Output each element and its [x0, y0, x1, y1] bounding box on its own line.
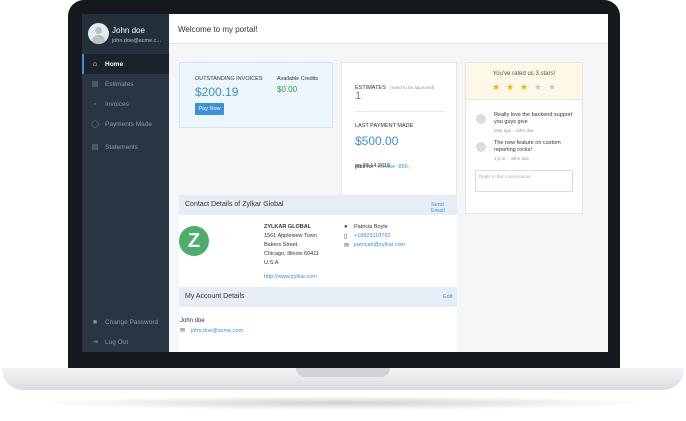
address-country: U.S.A: [264, 260, 279, 266]
comment-text: Really love the backend support you guys…: [494, 112, 573, 125]
laptop-shadow: [30, 396, 656, 410]
sidebar-item-label: Statements: [105, 143, 138, 151]
contact-phone[interactable]: +18829118792: [354, 233, 390, 239]
main-content: Welcome to my portal! OUTSTANDING INVOIC…: [169, 14, 608, 352]
mail-icon: ✉: [180, 328, 186, 334]
comment-text: The new feature on custom reporting rock…: [494, 140, 561, 153]
portal-screen: John doe john.doe@acme.c... ⌂ Home ▤ Est…: [82, 14, 608, 352]
top-bar: Welcome to my portal!: [169, 14, 608, 44]
sidebar-item-label: Log Out: [105, 338, 129, 346]
avatar: [88, 23, 109, 44]
outstanding-value: $200.19: [195, 85, 239, 99]
rating-text: You've rated us 3 stars!: [492, 71, 556, 77]
profile-name: John doe: [112, 26, 145, 35]
company-website-link[interactable]: http://www.zylkar.com: [264, 274, 317, 280]
star-icon-3[interactable]: ★: [520, 82, 528, 93]
estimates-note: (need to be approved): [390, 85, 435, 90]
contact-email[interactable]: patricab@zylkar.com: [354, 242, 405, 248]
laptop-notch: [296, 368, 390, 377]
home-icon: ⌂: [92, 60, 98, 68]
contact-body: Z ZYLKAR GLOBAL 1561 Appleview Town Bake…: [179, 215, 457, 287]
sidebar-item-change-password[interactable]: ■ Change Password: [82, 312, 169, 332]
logout-icon: ⇥: [92, 339, 98, 346]
estimates-icon: ▤: [91, 81, 99, 88]
outstanding-card: OUTSTANDING INVOICES $200.19 Available C…: [179, 62, 333, 128]
sidebar-item-home[interactable]: ⌂ Home: [82, 54, 169, 74]
sidebar-item-label: Invoices: [105, 100, 129, 108]
comment-meta: 3 p.m. - John doe: [494, 156, 530, 161]
star-icon-5[interactable]: ★: [548, 82, 556, 93]
sidebar-item-log-out[interactable]: ⇥ Log Out: [82, 332, 169, 352]
pay-now-button[interactable]: Pay Now: [195, 103, 224, 115]
sidebar-item-label: Change Password: [105, 318, 159, 326]
page-title: Welcome to my portal!: [178, 25, 258, 34]
rating-banner: You've rated us 3 stars! ★ ★ ★ ★ ★: [466, 63, 582, 100]
address-line-3: Chicago, Illinois 60411: [264, 251, 319, 257]
contact-person: Patricia Boyle: [354, 224, 388, 230]
star-icon-4[interactable]: ★: [534, 82, 542, 93]
phone-icon: ▯: [344, 234, 348, 240]
sidebar-item-label: Estimates: [105, 80, 134, 88]
statements-icon: ▤: [91, 144, 99, 151]
last-payment-value: $500.00: [355, 134, 399, 148]
contact-section-header: Contact Details of Zylkar Global Send Em…: [179, 195, 457, 215]
outstanding-label: OUTSTANDING INVOICES: [195, 76, 263, 82]
rating-card: You've rated us 3 stars! ★ ★ ★ ★ ★ Reall…: [465, 62, 583, 214]
payments-icon: ◯: [91, 121, 99, 128]
account-email[interactable]: john.doe@acme.com: [191, 328, 243, 334]
last-payment-label: LAST PAYMENT MADE: [355, 123, 414, 129]
reply-input[interactable]: Reply to this conversation: [475, 170, 573, 192]
estimates-count[interactable]: 1: [355, 90, 361, 102]
invoices-icon: ▫: [93, 100, 97, 108]
account-title: My Account Details: [185, 293, 245, 300]
divider: [355, 111, 445, 112]
avatar: [476, 114, 486, 124]
sidebar-item-label: Payments Made: [105, 120, 152, 128]
zylkar-logo: Z: [179, 226, 209, 256]
account-body: John doe ✉ john.doe@acme.com: [179, 307, 457, 352]
sidebar-item-payments-made[interactable]: ◯ Payments Made: [82, 114, 169, 134]
credits-value: $0.00: [277, 85, 298, 94]
person-icon: ●: [344, 224, 348, 230]
stage: John doe john.doe@acme.c... ⌂ Home ▤ Est…: [0, 0, 686, 421]
contact-title: Contact Details of Zylkar Global: [185, 201, 284, 208]
comment-meta: May ago - John doe: [494, 128, 534, 133]
edit-account-link[interactable]: Edit: [443, 294, 452, 300]
address-line-2: Bakers Street: [264, 242, 298, 248]
reply-placeholder: Reply to this conversation: [479, 174, 531, 179]
account-section-header: My Account Details Edit: [179, 287, 457, 307]
profile-email: john.doe@acme.c...: [112, 38, 161, 44]
sidebar-item-invoices[interactable]: ▫ Invoices: [82, 94, 169, 114]
paid-on-date: on 09.14.2015.: [355, 163, 392, 169]
address-line-1: 1561 Appleview Town: [264, 233, 317, 239]
estimates-header: ESTIMATES (need to be approved): [355, 76, 435, 94]
credits-label: Available Credits: [277, 76, 319, 82]
mail-icon: ✉: [344, 243, 350, 249]
avatar: [476, 142, 486, 152]
lock-icon: ■: [92, 318, 98, 326]
sidebar-item-label: Home: [105, 60, 124, 68]
send-email-link[interactable]: Send Email: [431, 202, 457, 214]
sidebar-item-statements[interactable]: ▤ Statements: [82, 137, 169, 157]
star-icon-1[interactable]: ★: [492, 82, 500, 93]
sidebar: John doe john.doe@acme.c... ⌂ Home ▤ Est…: [82, 14, 169, 352]
account-name: John doe: [180, 318, 205, 324]
company-name: ZYLKAR GLOBAL: [264, 224, 312, 230]
estimates-card: ESTIMATES (need to be approved) 1 LAST P…: [341, 62, 457, 198]
star-icon-2[interactable]: ★: [506, 82, 514, 93]
sidebar-item-estimates[interactable]: ▤ Estimates: [82, 74, 169, 94]
profile-header[interactable]: John doe john.doe@acme.c...: [82, 14, 169, 52]
